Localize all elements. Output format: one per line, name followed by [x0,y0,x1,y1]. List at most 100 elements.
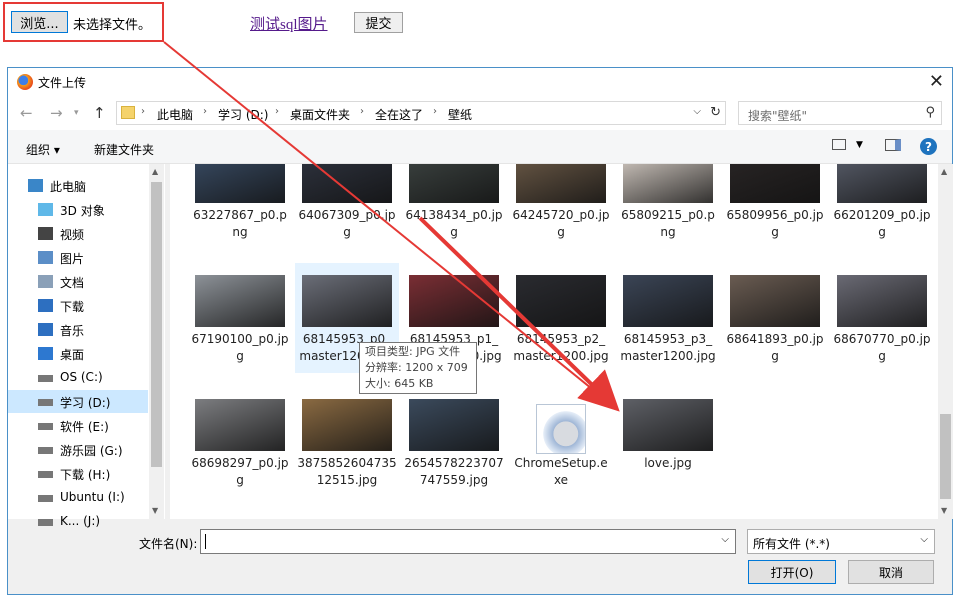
open-button[interactable]: 打开(O) [748,560,836,584]
sidebar-item[interactable]: 桌面 [8,342,148,365]
search-icon[interactable]: ⚲ [925,105,935,120]
scroll-down-icon[interactable]: ▼ [152,506,158,515]
sidebar-item-label: 图片 [60,252,85,266]
sidebar-item[interactable]: OS (C:) [8,366,148,389]
sidebar-item[interactable]: K... (J:) [8,510,148,533]
sidebar-item[interactable]: 图片 [8,246,148,269]
breadcrumb-desktop-folder[interactable]: 桌面文件夹 [290,106,350,123]
scrollbar-thumb[interactable] [151,182,162,467]
firefox-icon [17,74,33,90]
cancel-button[interactable]: 取消 [848,560,934,584]
chevron-down-icon[interactable]: ⌵ [721,534,729,545]
back-arrow-icon[interactable]: ← [20,104,33,122]
help-icon[interactable]: ? [920,138,937,155]
breadcrumb-this-pc[interactable]: 此电脑 [157,106,193,123]
file-list: 63227867_p0.png 64067309_p0.jpg 64138434_p… [170,164,938,519]
tree-scrollbar[interactable]: ▲ ▼ [149,164,164,519]
sidebar-item[interactable]: 此电脑 [8,174,148,197]
image-thumbnail [837,275,927,327]
file-item[interactable]: ChromeSetup.exe [509,387,613,497]
file-item[interactable]: love.jpg [616,387,720,497]
music-icon [38,323,53,336]
search-input[interactable]: 搜索"壁纸" ⚲ [738,101,942,125]
address-bar[interactable]: › 此电脑 › 学习 (D:) › 桌面文件夹 › 全在这了 › 壁纸 ⌵ ↻ [116,101,726,125]
file-item[interactable]: 2654578223707747559.jpg [402,387,506,497]
image-thumbnail [516,164,606,203]
sidebar-item[interactable]: Ubuntu (I:) [8,486,148,509]
file-name: 68641893_p0.jpg [726,332,824,363]
tooltip-size: 大小: 645 KB [365,377,434,390]
sidebar-item[interactable]: 游乐园 (G:) [8,438,148,461]
breadcrumb-wallpaper[interactable]: 壁纸 [448,106,472,123]
download-icon [38,299,53,312]
file-type-select[interactable]: 所有文件 (*.*) ⌵ [747,529,935,554]
file-item[interactable]: 63227867_p0.png [188,164,292,261]
scroll-down-icon[interactable]: ▼ [941,506,947,515]
file-item[interactable]: 65809956_p0.jpg [723,164,827,261]
sidebar-item-label: 视频 [60,228,85,242]
image-thumbnail [409,164,499,203]
image-thumbnail [730,164,820,203]
image-thumbnail [730,275,820,327]
sidebar-item[interactable]: 文档 [8,270,148,293]
sidebar-item[interactable]: 视频 [8,222,148,245]
file-item[interactable]: 64245720_p0.jpg [509,164,613,261]
close-icon[interactable]: ✕ [929,71,944,92]
up-arrow-icon[interactable]: ↑ [93,104,106,122]
file-item[interactable]: 68670770_p0.jpg [830,263,934,373]
file-name: ChromeSetup.exe [514,456,608,487]
test-sql-image-link[interactable]: 测试sql图片 [250,13,328,34]
organize-button[interactable]: 组织 ▾ [26,141,60,158]
recent-dropdown-icon[interactable]: ▾ [74,108,79,118]
scrollbar-thumb[interactable] [940,414,951,499]
sidebar-item[interactable]: 下载 (H:) [8,462,148,485]
chevron-down-icon[interactable]: ⌵ [693,106,701,117]
submit-button[interactable]: 提交 [354,12,403,33]
view-options-icon[interactable] [832,139,846,150]
forward-arrow-icon[interactable]: → [50,104,63,122]
sidebar-item-label: OS (C:) [60,370,103,384]
file-list-scrollbar[interactable]: ▲ ▼ [938,164,953,519]
folder-icon [121,106,135,119]
sidebar-item[interactable]: 3D 对象 [8,198,148,221]
chevron-down-icon[interactable]: ▼ [856,140,863,150]
file-item[interactable]: 387585260473512515.jpg [295,387,399,497]
sidebar-item[interactable]: 下载 [8,294,148,317]
file-item[interactable]: 67190100_p0.jpg [188,263,292,373]
file-item[interactable]: 68145953_p3_master1200.jpg [616,263,720,373]
sidebar-item-label: 桌面 [60,348,85,362]
sidebar-item-label: 文档 [60,276,85,290]
file-item[interactable]: 64067309_p0.jpg [295,164,399,261]
image-thumbnail [302,275,392,327]
tooltip-resolution: 分辨率: 1200 x 709 [365,361,468,374]
file-item[interactable]: 64138434_p0.jpg [402,164,506,261]
drive-icon [38,519,53,526]
refresh-icon[interactable]: ↻ [710,105,721,120]
new-folder-button[interactable]: 新建文件夹 [94,141,154,158]
file-item[interactable]: 65809215_p0.png [616,164,720,261]
file-name: 2654578223707747559.jpg [404,456,504,487]
scroll-up-icon[interactable]: ▲ [941,167,947,176]
pictures-icon [38,251,53,264]
sidebar-item[interactable]: 软件 (E:) [8,414,148,437]
drive-icon [38,447,53,454]
file-item[interactable]: 68698297_p0.jpg [188,387,292,497]
breadcrumb-all-here[interactable]: 全在这了 [375,106,423,123]
filename-input[interactable]: ⌵ [200,529,736,554]
chevron-down-icon[interactable]: ⌵ [920,534,928,545]
filename-label: 文件名(N): [139,537,198,551]
breadcrumb-separator: › [141,106,145,117]
image-thumbnail [623,399,713,451]
text-caret [205,534,206,549]
file-name: 67190100_p0.jpg [191,332,289,363]
sidebar-item[interactable]: 学习 (D:) [8,390,148,413]
file-tooltip: 项目类型: JPG 文件 分辨率: 1200 x 709 大小: 645 KB [359,342,477,394]
breadcrumb-separator: › [275,106,279,117]
breadcrumb-drive-d[interactable]: 学习 (D:) [218,106,268,123]
preview-pane-icon[interactable] [885,139,901,151]
file-item[interactable]: 68145953_p2_master1200.jpg [509,263,613,373]
scroll-up-icon[interactable]: ▲ [152,167,158,176]
file-item[interactable]: 68641893_p0.jpg [723,263,827,373]
file-item[interactable]: 66201209_p0.jpg [830,164,934,261]
sidebar-item[interactable]: 音乐 [8,318,148,341]
